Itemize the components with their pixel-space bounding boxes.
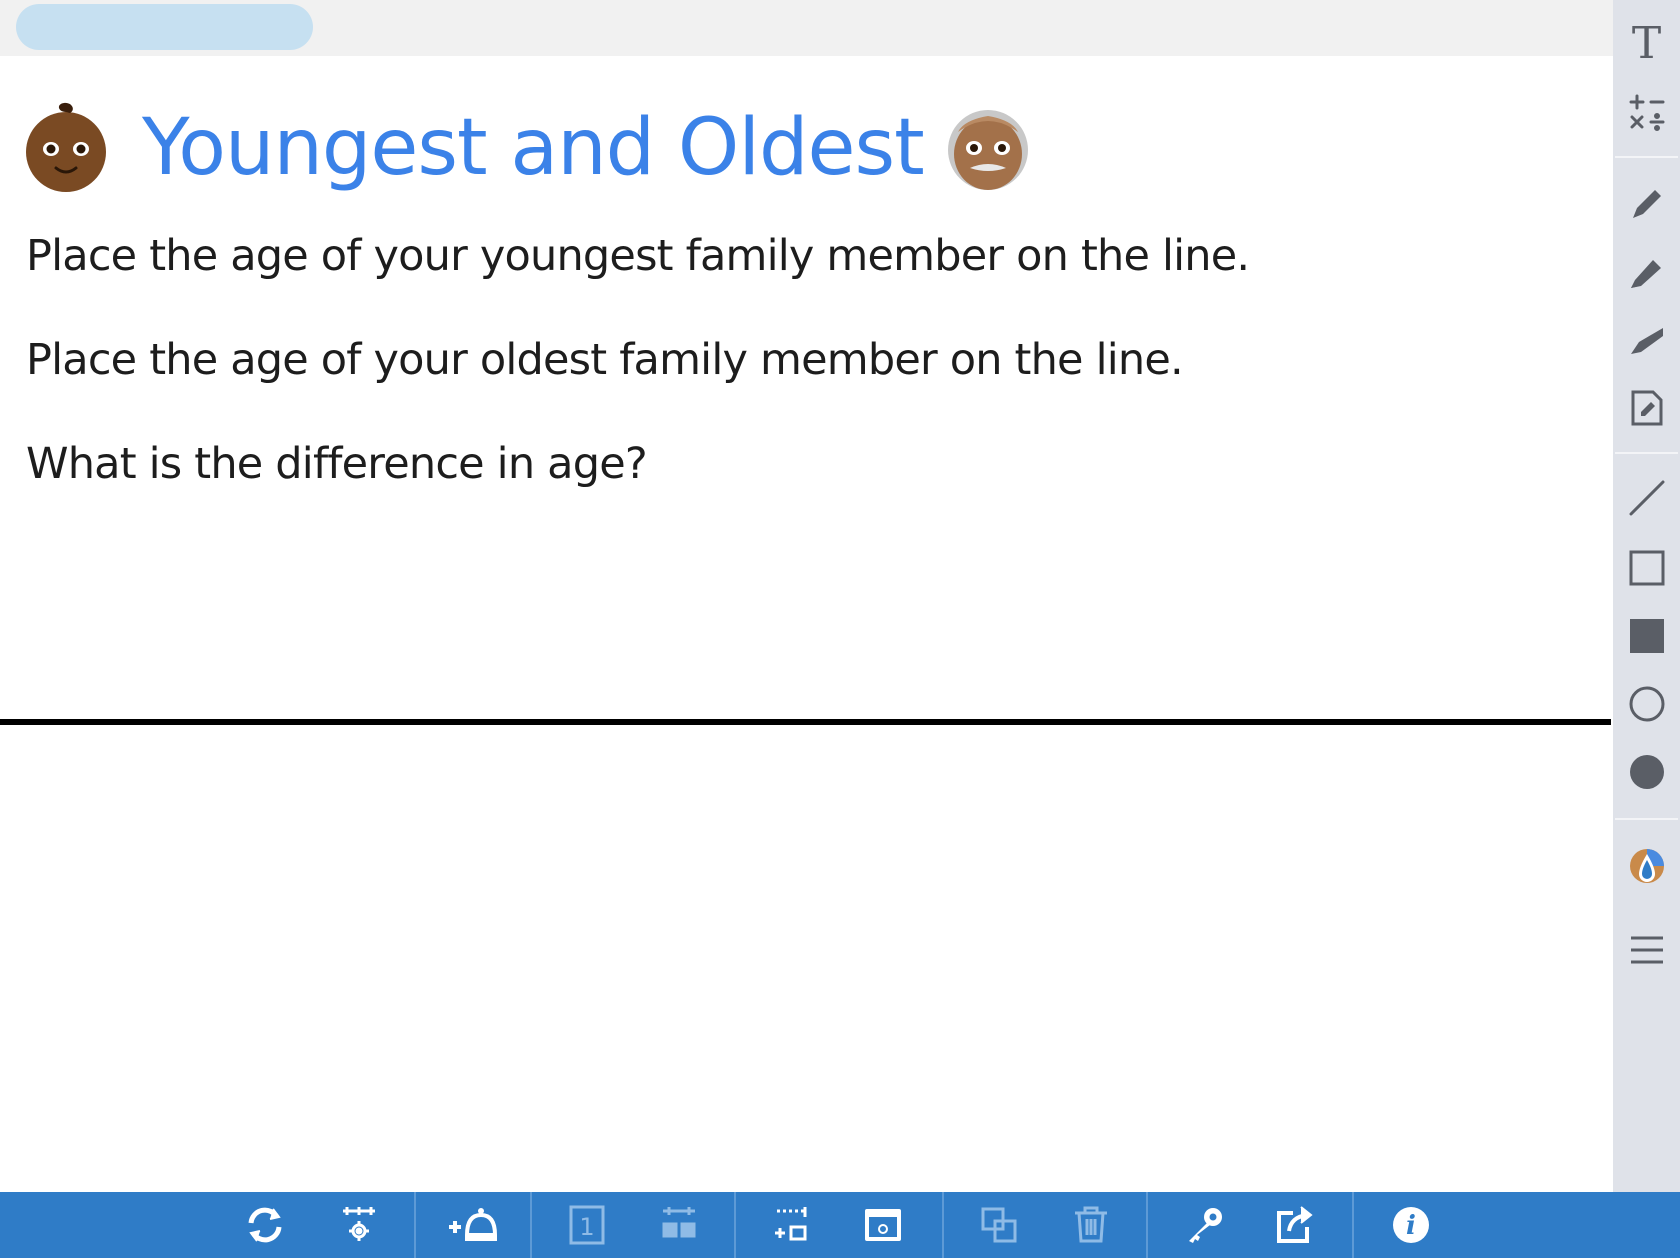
toolbar-divider: [1352, 1192, 1354, 1258]
worksheet-heading: Youngest and Oldest: [0, 94, 1100, 204]
grid-layout-icon: [662, 1207, 696, 1238]
old-man-emoji: [948, 110, 1028, 190]
highlighter-icon: [1630, 328, 1663, 354]
rectangle-outline-tool[interactable]: [1613, 540, 1680, 596]
info-button[interactable]: i: [1382, 1197, 1440, 1253]
share-icon: [1277, 1206, 1313, 1243]
toolbar-divider: [530, 1192, 532, 1258]
duplicate-button[interactable]: [970, 1197, 1028, 1253]
add-frame-icon: [775, 1207, 807, 1241]
rail-divider: [1615, 818, 1678, 820]
note-tool[interactable]: [1613, 380, 1680, 436]
math-tool[interactable]: [1613, 84, 1680, 140]
circle-filled-icon: [1629, 755, 1664, 789]
youngest-prompt: Place the age of your youngest family me…: [26, 231, 1250, 281]
top-bar: [0, 0, 1613, 56]
document-title-field[interactable]: [16, 4, 313, 50]
camera-button[interactable]: [854, 1197, 912, 1253]
circle-outline-icon: [1629, 686, 1664, 722]
grid-layout-button[interactable]: [650, 1197, 708, 1253]
add-frame-button[interactable]: [764, 1197, 822, 1253]
circle-filled-tool[interactable]: [1613, 744, 1680, 800]
circle-outline-tool[interactable]: [1613, 676, 1680, 732]
grid-settings-icon: [343, 1207, 375, 1241]
line-weight-tool[interactable]: [1613, 922, 1680, 978]
page-number-label: 1: [579, 1213, 594, 1241]
tool-rail: T: [1613, 0, 1680, 1192]
rectangle-outline-icon: [1629, 550, 1664, 586]
grid-settings-button[interactable]: [330, 1197, 388, 1253]
line-weight-icon: [1630, 936, 1663, 964]
text-tool[interactable]: T: [1613, 16, 1680, 72]
page-number-button[interactable]: 1: [558, 1197, 616, 1253]
toolbar-divider: [414, 1192, 416, 1258]
line-tool[interactable]: [1613, 470, 1680, 526]
rectangle-filled-tool[interactable]: [1613, 608, 1680, 664]
refresh-button[interactable]: [236, 1197, 294, 1253]
delete-button[interactable]: [1062, 1197, 1120, 1253]
color-picker-icon: [1629, 849, 1664, 883]
answer-line: [0, 719, 1611, 725]
math-symbols-icon: [1629, 94, 1664, 131]
key-icon: [1189, 1208, 1222, 1243]
line-icon: [1629, 480, 1664, 516]
duplicate-icon: [981, 1207, 1017, 1243]
info-label: i: [1406, 1211, 1416, 1241]
share-button[interactable]: [1266, 1197, 1324, 1253]
marker-tool[interactable]: [1613, 244, 1680, 300]
page-title: Youngest and Oldest: [142, 103, 925, 193]
difference-prompt: What is the difference in age?: [26, 439, 648, 489]
key-button[interactable]: [1176, 1197, 1234, 1253]
camera-icon: [865, 1209, 901, 1241]
bottom-toolbar: 1 i: [0, 1192, 1680, 1258]
toolbar-divider: [942, 1192, 944, 1258]
add-bell-icon: [449, 1208, 498, 1241]
add-bell-button[interactable]: [444, 1197, 502, 1253]
toolbar-divider: [1146, 1192, 1148, 1258]
marker-icon: [1630, 260, 1661, 288]
worksheet-canvas[interactable]: Youngest and Oldest Place the age of you…: [0, 56, 1613, 1192]
rectangle-filled-icon: [1629, 619, 1664, 653]
trash-icon: [1075, 1206, 1107, 1243]
rail-divider: [1615, 156, 1678, 158]
pen-icon: [1632, 190, 1661, 218]
highlighter-tool[interactable]: [1613, 312, 1680, 368]
refresh-icon: [248, 1207, 282, 1243]
oldest-prompt: Place the age of your oldest family memb…: [26, 335, 1184, 385]
toolbar-divider: [734, 1192, 736, 1258]
info-icon: i: [1393, 1207, 1429, 1243]
baby-face-emoji: [26, 102, 106, 192]
pen-tool[interactable]: [1613, 176, 1680, 232]
rail-divider: [1615, 452, 1678, 454]
page-number-icon: 1: [569, 1205, 605, 1245]
note-icon: [1631, 390, 1662, 426]
color-picker-tool[interactable]: [1613, 840, 1680, 896]
text-icon: T: [1631, 18, 1662, 69]
